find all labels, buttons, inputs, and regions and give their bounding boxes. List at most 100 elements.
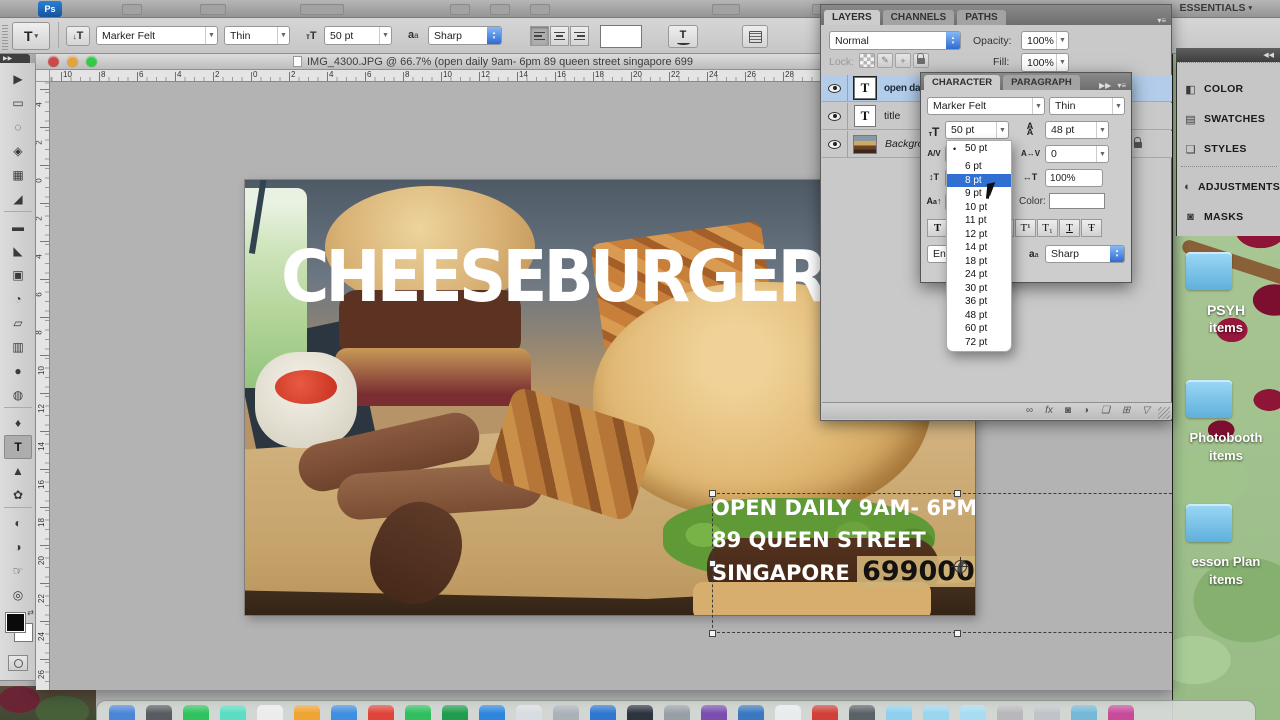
dock-app-icon[interactable] — [849, 705, 875, 720]
dock-app-icon[interactable] — [405, 705, 431, 720]
dock-item-swatches[interactable]: ▤ SWATCHES — [1177, 108, 1280, 130]
delete-layer-icon[interactable]: ▽ — [1142, 406, 1150, 416]
horizontal-scale-input[interactable]: 100% — [1045, 169, 1103, 187]
lock-transparency-icon[interactable] — [859, 53, 875, 68]
layer-style-icon[interactable]: fx — [1045, 406, 1053, 416]
eyedropper-tool[interactable]: ◢ — [4, 187, 32, 211]
ruler-corner[interactable] — [36, 70, 50, 82]
tab-paragraph[interactable]: PARAGRAPH — [1003, 75, 1080, 90]
dock-app-icon[interactable] — [960, 705, 986, 720]
size-option-36pt[interactable]: 36 pt — [947, 295, 1011, 309]
desktop-folder-icon[interactable] — [1186, 252, 1232, 290]
panel-menu-icon[interactable]: ▾≡ — [1117, 81, 1126, 90]
gradient-tool[interactable]: ▥ — [4, 335, 32, 359]
swap-colors-icon[interactable]: ⇄ — [27, 608, 34, 617]
zoom-level-field[interactable] — [300, 4, 344, 15]
dock-app-icon[interactable] — [1108, 705, 1134, 720]
lasso-tool[interactable]: ◌ — [4, 115, 32, 139]
layer-group-icon[interactable]: ❏ — [1101, 406, 1110, 416]
selection-handle[interactable] — [709, 560, 716, 567]
dock-item-styles[interactable]: ❑ STYLES — [1177, 138, 1280, 160]
tracking-select[interactable]: 0 ▼ — [1045, 145, 1109, 163]
dock-app-icon[interactable] — [812, 705, 838, 720]
macos-dock[interactable] — [96, 700, 1256, 720]
vertical-ruler[interactable]: 4202468101214161820222426 — [36, 82, 50, 690]
leading-select[interactable]: 48 pt ▼ — [1045, 121, 1109, 139]
dock-app-icon[interactable] — [442, 705, 468, 720]
desktop-folder-icon[interactable] — [1186, 380, 1232, 418]
lock-position-icon[interactable]: + — [895, 53, 911, 68]
superscript-button[interactable]: T¹ — [1015, 219, 1036, 237]
selection-handle[interactable] — [954, 630, 961, 637]
size-option-14pt[interactable]: 14 pt — [947, 241, 1011, 255]
eraser-tool[interactable]: ▱ — [4, 311, 32, 335]
quick-selection-tool[interactable]: ◈ — [4, 139, 32, 163]
dock-app-icon[interactable] — [294, 705, 320, 720]
align-center-button[interactable] — [550, 26, 569, 46]
dock-collapse-header[interactable]: ◀◀ — [1176, 48, 1280, 62]
desktop-folder-icon[interactable] — [1186, 504, 1232, 542]
foreground-color-swatch[interactable] — [5, 612, 26, 633]
dock-app-icon[interactable] — [183, 705, 209, 720]
custom-shape-tool[interactable]: ✿ — [4, 483, 32, 507]
faux-bold-button[interactable]: T — [927, 219, 948, 237]
char-anti-alias-select[interactable]: Sharp ▴ ▾ — [1045, 245, 1125, 263]
new-layer-icon[interactable]: ⊞ — [1122, 406, 1130, 416]
layer-mask-icon[interactable]: ◙ — [1065, 406, 1071, 416]
zoom-tool-icon[interactable] — [490, 4, 510, 15]
visibility-eye-icon[interactable] — [828, 83, 841, 93]
size-option-8pt[interactable]: 8 pt — [947, 173, 1011, 187]
adjustment-layer-icon[interactable]: ◑ — [1083, 406, 1089, 416]
fill-input[interactable]: 100% ▼ — [1021, 53, 1069, 72]
clone-stamp-tool[interactable]: ▣ — [4, 263, 32, 287]
dock-app-icon[interactable] — [1034, 705, 1060, 720]
rotate-view-icon[interactable] — [530, 4, 550, 15]
3d-rotate-tool[interactable]: ◐ — [4, 511, 32, 535]
transform-selection-box[interactable] — [709, 490, 1172, 637]
dock-app-icon[interactable] — [220, 705, 246, 720]
type-tool[interactable]: T — [4, 435, 32, 459]
arrange-documents-icon[interactable] — [712, 4, 740, 15]
size-option-12pt[interactable]: 12 pt — [947, 228, 1011, 242]
canvas-headline-text[interactable]: CHEESEBURGER — [281, 235, 828, 318]
crop-tool[interactable]: ▦ — [4, 163, 32, 187]
sponge-tool[interactable]: ◍ — [4, 383, 32, 407]
size-option-60pt[interactable]: 60 pt — [947, 322, 1011, 336]
panel-menu-icon[interactable]: ▾≡ — [1157, 16, 1171, 25]
size-option-18pt[interactable]: 18 pt — [947, 255, 1011, 269]
text-orientation-button[interactable]: ↓ T — [66, 26, 90, 46]
3d-orbit-tool[interactable]: ◑ — [4, 535, 32, 559]
workspace-switcher[interactable]: ESSENTIALS ▾ — [1180, 2, 1252, 14]
dock-app-icon[interactable] — [553, 705, 579, 720]
text-layer-thumbnail[interactable]: T — [854, 105, 876, 127]
dock-app-icon[interactable] — [257, 705, 283, 720]
subscript-button[interactable]: T₁ — [1037, 219, 1058, 237]
tab-layers[interactable]: LAYERS — [824, 10, 880, 25]
lock-pixels-icon[interactable]: ✎ — [877, 53, 893, 68]
selection-handle[interactable] — [709, 630, 716, 637]
tab-paths[interactable]: PATHS — [957, 10, 1006, 25]
dock-app-icon[interactable] — [516, 705, 542, 720]
tab-channels[interactable]: CHANNELS — [882, 10, 955, 25]
tool-preset-button[interactable]: T ▾ — [12, 22, 50, 50]
link-layers-icon[interactable]: ∞ — [1026, 406, 1033, 416]
dock-app-icon[interactable] — [146, 705, 172, 720]
image-layer-thumbnail[interactable] — [853, 134, 877, 154]
expand-panel-icon[interactable]: ▶▶ — [1099, 81, 1111, 90]
underline-button[interactable]: T — [1059, 219, 1080, 237]
bridge-icon[interactable] — [122, 4, 142, 15]
text-layer-thumbnail[interactable]: T — [853, 76, 877, 100]
dock-app-icon[interactable] — [886, 705, 912, 720]
blend-mode-select[interactable]: Normal ▴ ▾ — [829, 31, 961, 50]
dock-item-color[interactable]: ◧ COLOR — [1177, 78, 1280, 100]
dock-app-icon[interactable] — [627, 705, 653, 720]
photoshop-logo[interactable]: Ps — [38, 1, 62, 17]
rectangular-marquee-tool[interactable]: ▭ — [4, 91, 32, 115]
dock-item-masks[interactable]: ◙ MASKS — [1177, 206, 1280, 228]
hand-tool-icon[interactable] — [450, 4, 470, 15]
visibility-eye-icon[interactable] — [828, 111, 841, 121]
zoom-window-button[interactable] — [86, 56, 97, 67]
dock-app-icon[interactable] — [331, 705, 357, 720]
dock-app-icon[interactable] — [997, 705, 1023, 720]
size-option-6pt[interactable]: 6 pt — [947, 160, 1011, 174]
